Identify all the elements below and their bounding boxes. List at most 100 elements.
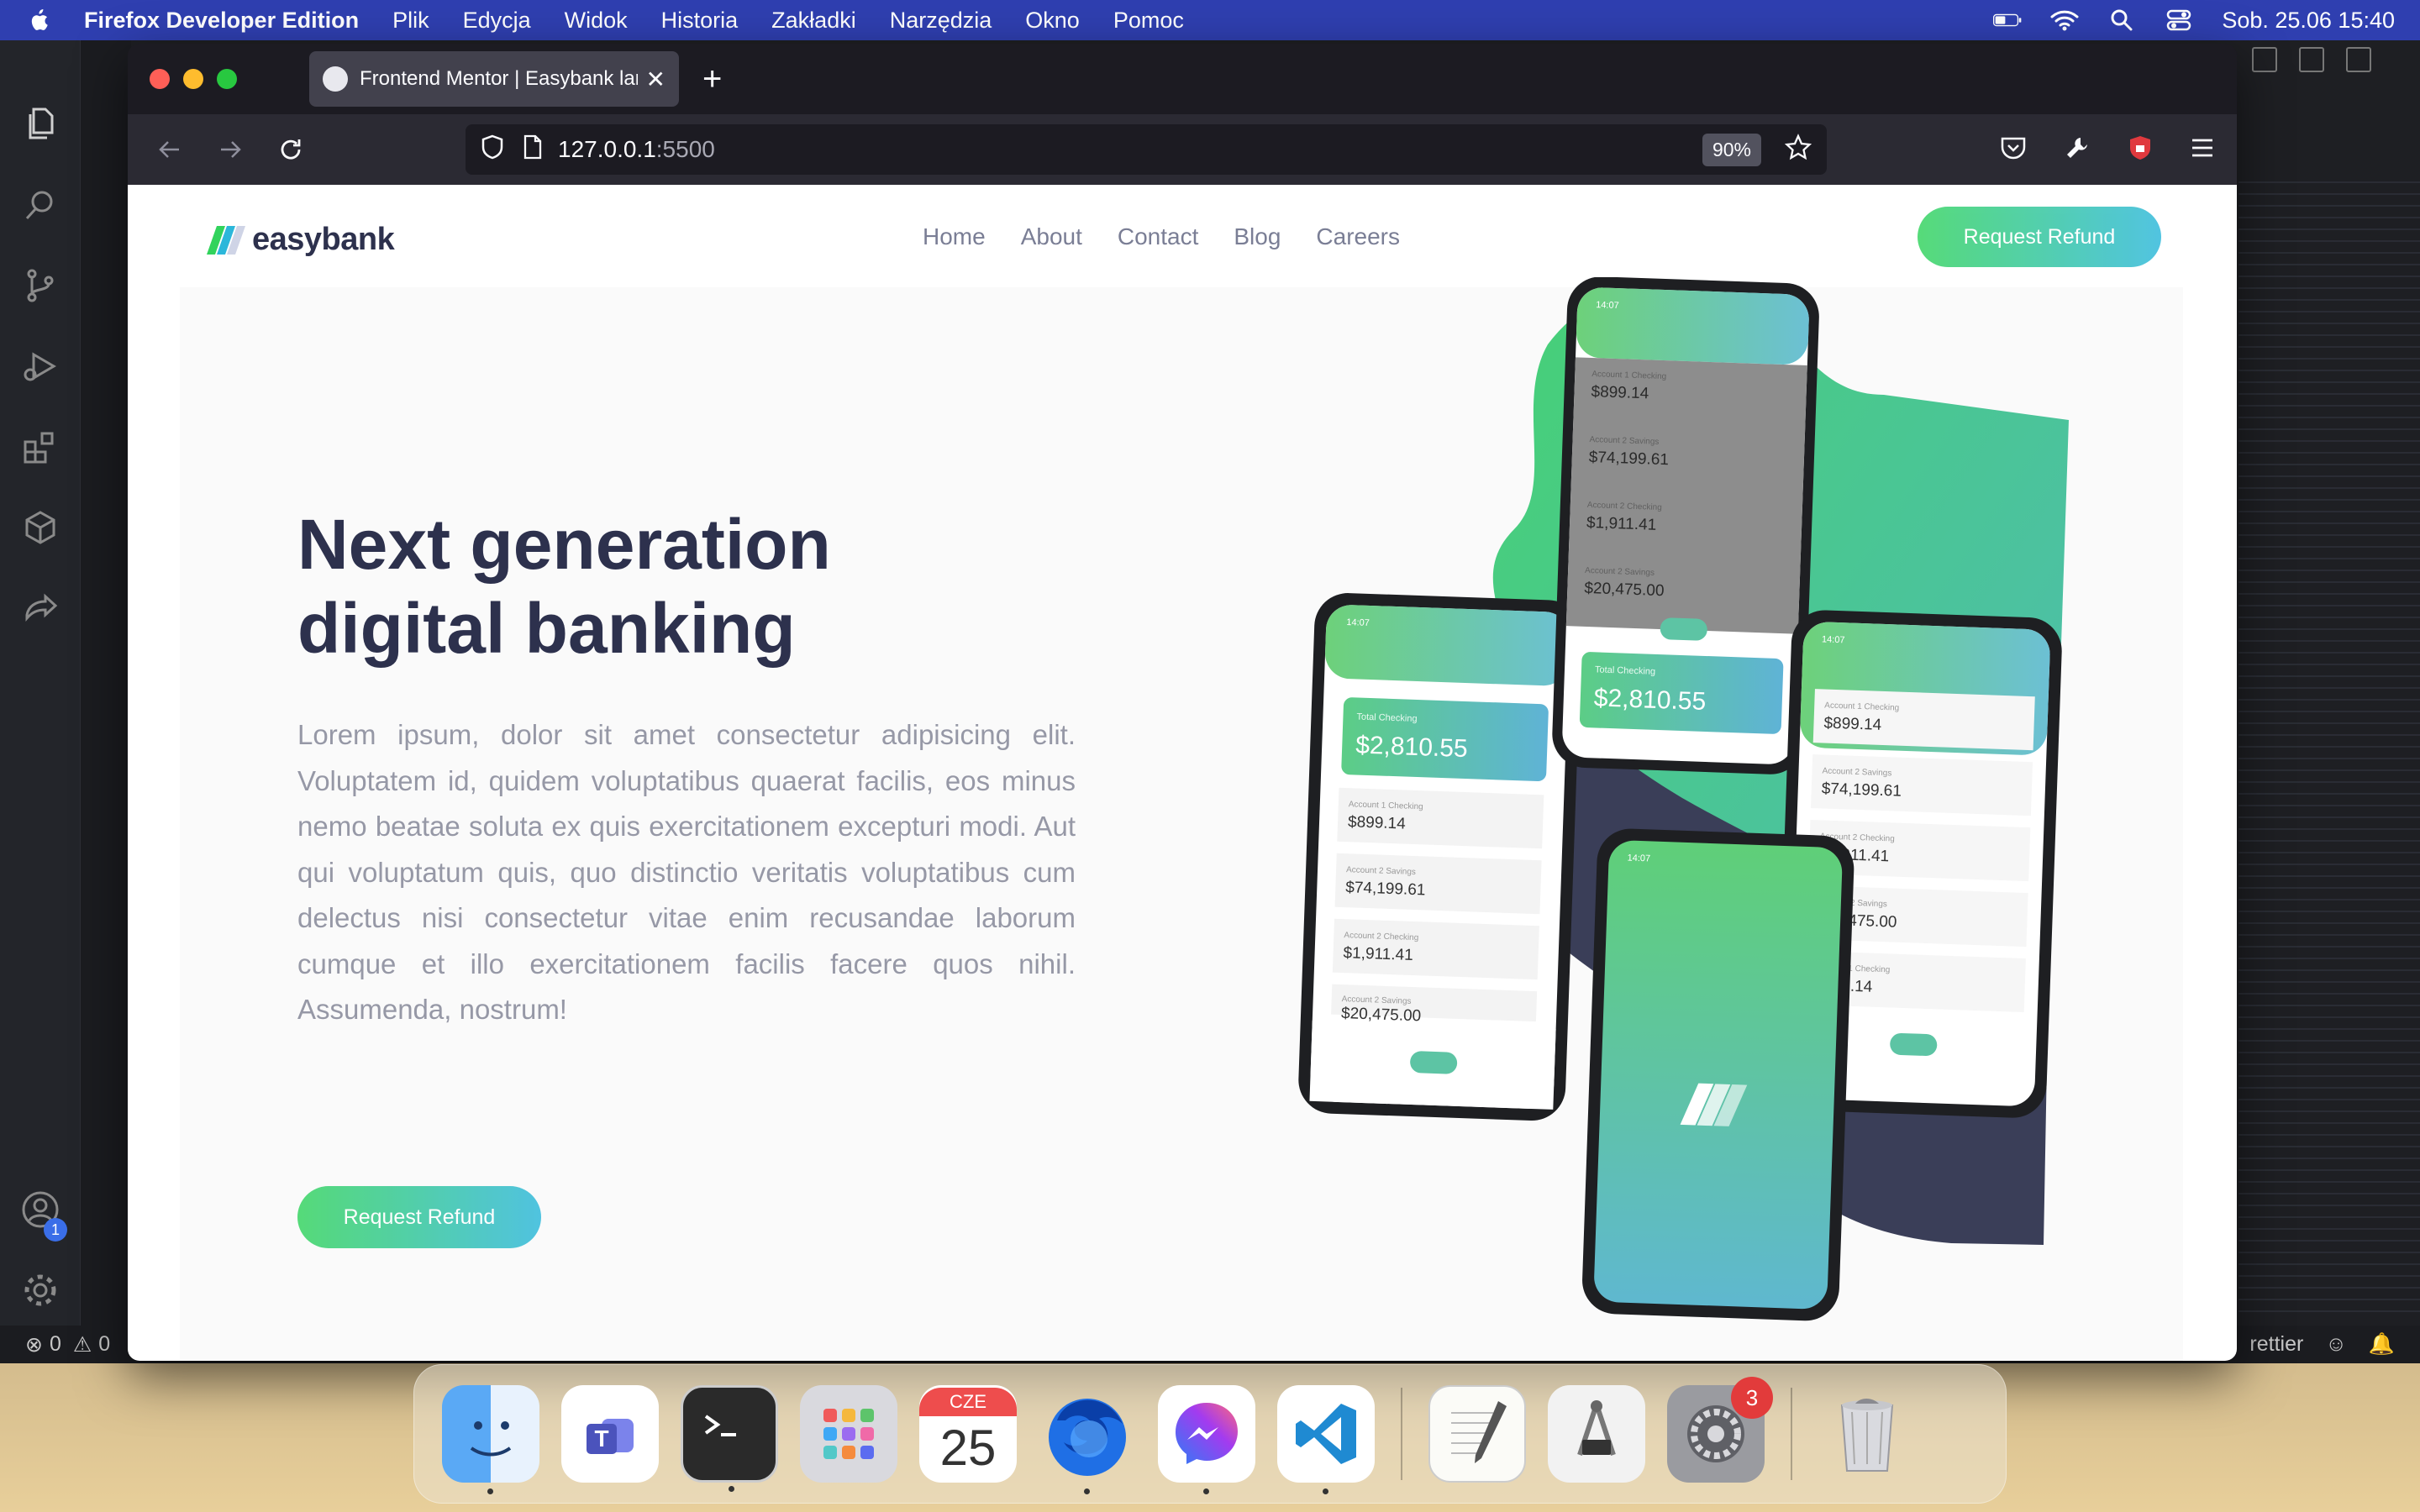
hero-text: Lorem ipsum, dolor sit amet consectetur …: [297, 719, 1076, 1025]
phone-right-time: 14:07: [1822, 634, 1845, 645]
errors-count[interactable]: 0: [50, 1332, 61, 1357]
phone-left-time: 14:07: [1346, 617, 1370, 628]
developer-tools-wrench-icon[interactable]: [2064, 134, 2091, 165]
phone-top-total-value: $2,810.55: [1593, 684, 1707, 716]
running-indicator: [1203, 1488, 1209, 1494]
phone-top-total-label: Total Checking: [1595, 664, 1656, 677]
tab-favicon: [323, 66, 348, 92]
zoom-window-button[interactable]: [217, 69, 237, 89]
zoom-level-button[interactable]: 90%: [1702, 133, 1761, 166]
spotlight-search-icon[interactable]: [2107, 8, 2136, 32]
browser-tab[interactable]: Frontend Mentor | Easybank landing page …: [309, 51, 679, 107]
notifications-icon[interactable]: 🔔: [2369, 1332, 2395, 1357]
url-port[interactable]: :5500: [656, 136, 715, 163]
dock-system-information[interactable]: [1548, 1385, 1645, 1483]
accounts-icon[interactable]: 1: [0, 1169, 81, 1250]
minimize-window-button[interactable]: [183, 69, 203, 89]
toggle-secondary-sidebar-icon[interactable]: [2346, 47, 2371, 72]
nav-blog[interactable]: Blog: [1234, 223, 1281, 250]
page-info-icon[interactable]: [523, 134, 543, 165]
dock-messenger[interactable]: [1158, 1385, 1255, 1494]
warnings-count[interactable]: 0: [98, 1332, 110, 1357]
phone-left-acc3-value: $1,911.41: [1343, 944, 1413, 964]
pocket-icon[interactable]: [2000, 135, 2027, 165]
ublock-extension-icon[interactable]: [2128, 134, 2153, 165]
dock-trash[interactable]: [1818, 1385, 1916, 1483]
menubar-datetime[interactable]: Sob. 25.06 15:40: [2222, 8, 2395, 34]
url-bar[interactable]: 127.0.0.1:5500 90%: [466, 124, 1827, 175]
hero-request-refund-button[interactable]: Request Refund: [297, 1186, 541, 1248]
phone-left-total-value: $2,810.55: [1355, 731, 1469, 763]
menu-plik[interactable]: Plik: [392, 8, 429, 34]
dock-teams[interactable]: T: [561, 1385, 659, 1483]
menu-narzedzia[interactable]: Narzędzia: [890, 8, 992, 34]
phone-bottom-time: 14:07: [1627, 853, 1650, 864]
apple-icon[interactable]: [25, 6, 50, 34]
phone-mockups-illustration: 14:07 Total Checking $2,810.55 Account 1…: [1298, 277, 2069, 1321]
phone-top: 14:07 Account 1 Checking $899.14 Account…: [1552, 277, 1819, 774]
easybank-logo[interactable]: easybank: [203, 222, 395, 258]
dock-vscode[interactable]: [1277, 1385, 1375, 1494]
header-request-refund-button[interactable]: Request Refund: [1918, 207, 2161, 267]
toggle-sidebar-icon[interactable]: [2252, 47, 2277, 72]
remote-explorer-icon[interactable]: [0, 487, 81, 568]
dock-calendar[interactable]: CZE 25: [919, 1385, 1017, 1483]
phone-bottom: 14:07: [1582, 828, 1854, 1321]
messenger-icon: [1176, 1403, 1238, 1464]
macos-menubar: Firefox Developer Edition Plik Edycja Wi…: [0, 0, 2420, 40]
wifi-icon[interactable]: [2050, 8, 2079, 32]
phone-top-time: 14:07: [1596, 300, 1619, 311]
search-icon[interactable]: [0, 165, 81, 245]
dock-firefox-developer-edition[interactable]: [1039, 1385, 1136, 1494]
dock-launchpad[interactable]: [800, 1385, 897, 1483]
errors-icon[interactable]: ⊗: [25, 1332, 43, 1357]
dock-system-preferences[interactable]: 3: [1667, 1377, 1773, 1483]
live-share-icon[interactable]: [0, 568, 81, 648]
firefox-window: Frontend Mentor | Easybank landing page …: [128, 44, 2237, 1361]
manage-gear-icon[interactable]: [0, 1250, 81, 1331]
easybank-logo-mark-icon: [207, 225, 245, 255]
launchpad-icon: [823, 1409, 874, 1459]
logo-wordmark: easybank: [252, 222, 395, 257]
nav-careers[interactable]: Careers: [1316, 223, 1400, 250]
app-name[interactable]: Firefox Developer Edition: [84, 8, 359, 34]
source-control-icon[interactable]: [0, 245, 81, 326]
page-viewport: easybank Home About Contact Blog Careers…: [128, 185, 2237, 1361]
nav-home[interactable]: Home: [923, 223, 986, 250]
hero-title: Next generation digital banking: [297, 502, 886, 670]
trash-icon: [1840, 1399, 1894, 1472]
phone-top-acc3-value: $1,911.41: [1586, 514, 1657, 534]
menu-widok[interactable]: Widok: [565, 8, 628, 34]
bookmark-star-icon[interactable]: [1784, 133, 1812, 166]
site-header: easybank Home About Contact Blog Careers…: [128, 185, 2237, 287]
menu-okno[interactable]: Okno: [1025, 8, 1080, 34]
tracking-protection-shield-icon[interactable]: [481, 134, 504, 165]
close-tab-icon[interactable]: ✕: [646, 66, 666, 93]
prettier-status[interactable]: rettier: [2249, 1332, 2303, 1357]
url-host[interactable]: 127.0.0.1: [558, 136, 656, 163]
feedback-icon[interactable]: ☺: [2325, 1332, 2347, 1357]
run-debug-icon[interactable]: [0, 326, 81, 407]
warnings-icon[interactable]: ⚠: [73, 1332, 92, 1357]
hamburger-menu-icon[interactable]: [2190, 137, 2215, 163]
battery-icon[interactable]: [1993, 8, 2022, 32]
new-tab-button[interactable]: +: [702, 60, 722, 98]
menu-edycja[interactable]: Edycja: [463, 8, 531, 34]
back-button[interactable]: [150, 129, 190, 170]
forward-button[interactable]: [210, 129, 250, 170]
menu-zakladki[interactable]: Zakładki: [771, 8, 856, 34]
extensions-icon[interactable]: [0, 407, 81, 487]
close-window-button[interactable]: [150, 69, 170, 89]
menu-pomoc[interactable]: Pomoc: [1113, 8, 1184, 34]
running-indicator: [1084, 1488, 1090, 1494]
explorer-icon[interactable]: [0, 84, 81, 165]
reload-button[interactable]: [271, 129, 311, 170]
dock-terminal[interactable]: [681, 1385, 778, 1492]
menu-historia[interactable]: Historia: [661, 8, 739, 34]
nav-about[interactable]: About: [1021, 223, 1082, 250]
control-center-icon[interactable]: [2165, 8, 2193, 32]
toggle-panel-icon[interactable]: [2299, 47, 2324, 72]
dock-textedit[interactable]: [1428, 1385, 1526, 1483]
nav-contact[interactable]: Contact: [1118, 223, 1199, 250]
dock-finder[interactable]: [442, 1385, 539, 1494]
